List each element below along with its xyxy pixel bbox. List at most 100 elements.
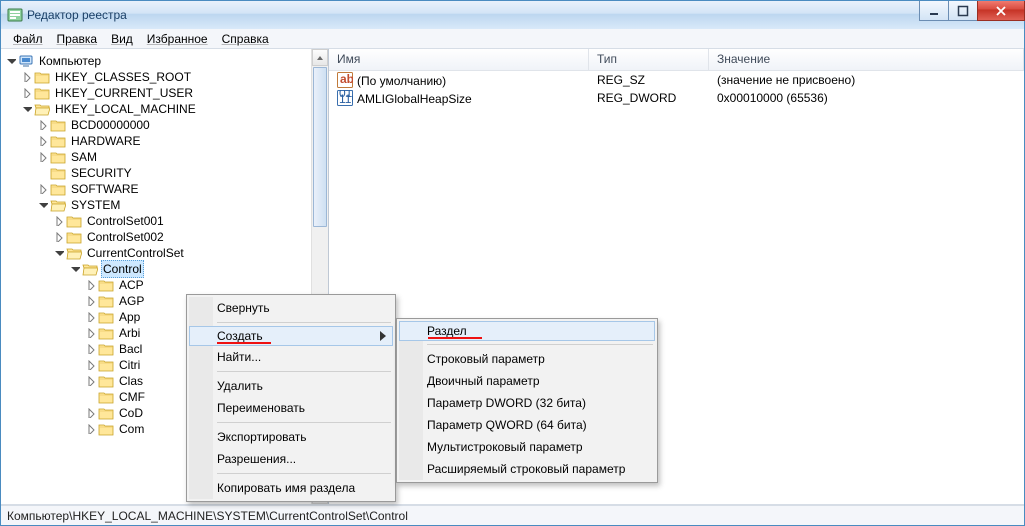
folder-icon [98, 358, 114, 372]
tree-item[interactable]: SECURITY [69, 165, 134, 181]
close-button[interactable] [977, 1, 1025, 21]
expand-icon[interactable] [85, 407, 97, 419]
tree-item[interactable]: CoD [117, 405, 145, 421]
computer-icon [18, 54, 34, 68]
ctx-rename[interactable]: Переименовать [189, 397, 393, 419]
expand-icon[interactable] [53, 247, 65, 259]
expand-icon[interactable] [37, 183, 49, 195]
binary-value-icon [337, 90, 353, 106]
submenu-arrow-icon [380, 331, 386, 341]
tree-item[interactable]: SAM [69, 149, 99, 165]
ctx-delete[interactable]: Удалить [189, 375, 393, 397]
value-name: AMLIGlobalHeapSize [357, 92, 472, 106]
status-path: Компьютер\HKEY_LOCAL_MACHINE\SYSTEM\Curr… [7, 509, 408, 523]
expand-icon[interactable] [69, 263, 81, 275]
tree-item[interactable]: App [117, 309, 142, 325]
titlebar: Редактор реестра [1, 1, 1024, 29]
tree-item[interactable]: BCD00000000 [69, 117, 152, 133]
expand-icon[interactable] [37, 199, 49, 211]
tree-item[interactable]: CMF [117, 389, 147, 405]
tree-item[interactable]: Arbi [117, 325, 142, 341]
tree-hcu[interactable]: HKEY_CURRENT_USER [53, 85, 195, 101]
menu-view[interactable]: Вид [105, 30, 139, 48]
tree-item[interactable]: ACP [117, 277, 146, 293]
value-data: 0x00010000 (65536) [709, 91, 1024, 105]
tree-item[interactable]: AGP [117, 293, 146, 309]
folder-icon [66, 214, 82, 228]
folder-icon [98, 278, 114, 292]
value-type: REG_DWORD [589, 91, 709, 105]
expand-icon[interactable] [53, 215, 65, 227]
expand-icon[interactable] [85, 295, 97, 307]
sub-new-qword[interactable]: Параметр QWORD (64 бита) [399, 414, 655, 436]
expand-icon[interactable] [85, 359, 97, 371]
column-value[interactable]: Значение [709, 49, 1024, 70]
list-row[interactable]: (По умолчанию) REG_SZ (значение не присв… [329, 71, 1024, 89]
tree-item[interactable]: Bacl [117, 341, 144, 357]
maximize-button[interactable] [948, 1, 978, 21]
expand-icon[interactable] [21, 71, 33, 83]
tree-item[interactable]: Citri [117, 357, 142, 373]
list-row[interactable]: AMLIGlobalHeapSize REG_DWORD 0x00010000 … [329, 89, 1024, 107]
ctx-export[interactable]: Экспортировать [189, 426, 393, 448]
expand-icon[interactable] [37, 151, 49, 163]
ctx-copy-key-name[interactable]: Копировать имя раздела [189, 477, 393, 499]
tree-item[interactable]: ControlSet001 [85, 213, 166, 229]
value-data: (значение не присвоено) [709, 73, 1024, 87]
folder-open-icon [66, 246, 82, 260]
folder-icon [34, 70, 50, 84]
tree-item[interactable]: ControlSet002 [85, 229, 166, 245]
expand-icon[interactable] [85, 311, 97, 323]
value-type: REG_SZ [589, 73, 709, 87]
tree-item[interactable]: Clas [117, 373, 145, 389]
tree-item[interactable]: SYSTEM [69, 197, 122, 213]
expand-icon[interactable] [85, 343, 97, 355]
sub-new-expandstring[interactable]: Расширяемый строковый параметр [399, 458, 655, 480]
menu-file[interactable]: Файл [7, 30, 49, 48]
registry-editor-window: Редактор реестра Файл Правка Вид Избранн… [0, 0, 1025, 526]
scroll-thumb[interactable] [313, 67, 327, 227]
column-name[interactable]: Имя [329, 49, 589, 70]
column-type[interactable]: Тип [589, 49, 709, 70]
minimize-button[interactable] [919, 1, 949, 21]
folder-icon [98, 310, 114, 324]
folder-icon [66, 230, 82, 244]
expand-icon[interactable] [21, 103, 33, 115]
expand-icon[interactable] [85, 423, 97, 435]
ctx-collapse[interactable]: Свернуть [189, 297, 393, 319]
tree-hlm[interactable]: HKEY_LOCAL_MACHINE [53, 101, 198, 117]
expand-icon[interactable] [37, 119, 49, 131]
tree-item[interactable]: HARDWARE [69, 133, 143, 149]
string-value-icon [337, 72, 353, 88]
tree-root-label[interactable]: Компьютер [37, 53, 103, 69]
expand-icon[interactable] [85, 375, 97, 387]
ctx-find[interactable]: Найти... [189, 346, 393, 368]
expand-icon[interactable] [21, 87, 33, 99]
expand-icon[interactable] [37, 135, 49, 147]
folder-icon [98, 406, 114, 420]
sub-new-string[interactable]: Строковый параметр [399, 348, 655, 370]
sub-new-binary[interactable]: Двоичный параметр [399, 370, 655, 392]
expand-icon[interactable] [53, 231, 65, 243]
sub-new-multistring[interactable]: Мультистроковый параметр [399, 436, 655, 458]
menu-favorites[interactable]: Избранное [141, 30, 214, 48]
ctx-permissions[interactable]: Разрешения... [189, 448, 393, 470]
window-title: Редактор реестра [27, 8, 127, 22]
folder-icon [98, 326, 114, 340]
tree-hcr[interactable]: HKEY_CLASSES_ROOT [53, 69, 193, 85]
sub-new-key[interactable]: Раздел [399, 321, 655, 341]
tree-item[interactable]: Com [117, 421, 146, 437]
expand-icon[interactable] [85, 327, 97, 339]
tree-item-selected[interactable]: Control [101, 260, 144, 278]
menu-edit[interactable]: Правка [51, 30, 104, 48]
menu-help[interactable]: Справка [216, 30, 275, 48]
sub-new-dword[interactable]: Параметр DWORD (32 бита) [399, 392, 655, 414]
expand-icon[interactable] [5, 55, 17, 67]
tree-item[interactable]: SOFTWARE [69, 181, 141, 197]
folder-icon [98, 342, 114, 356]
folder-open-icon [82, 262, 98, 276]
scroll-up-button[interactable] [312, 49, 328, 66]
expand-icon[interactable] [85, 279, 97, 291]
tree-item[interactable]: CurrentControlSet [85, 245, 186, 261]
ctx-new[interactable]: Создать [189, 326, 393, 346]
